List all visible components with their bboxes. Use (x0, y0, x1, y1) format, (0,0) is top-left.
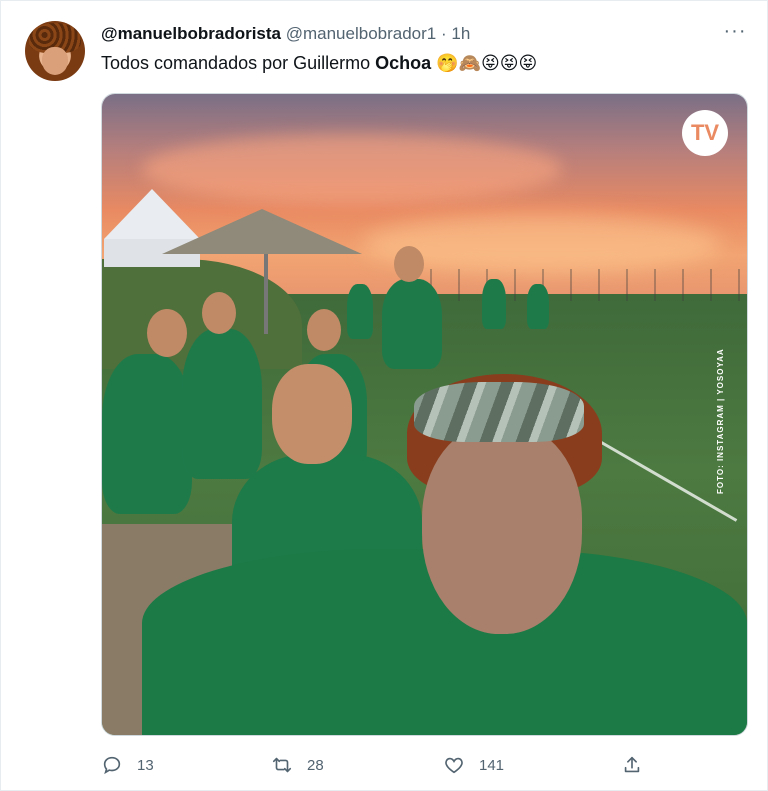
heart-icon (445, 757, 463, 774)
more-label: ··· (723, 20, 747, 42)
photo-fence (402, 269, 747, 301)
reply-count: 13 (137, 756, 154, 774)
photo-player-head (307, 309, 341, 351)
photo-umbrella-pole (264, 254, 268, 334)
photo-player (382, 279, 442, 369)
tv-logo: TV (682, 110, 728, 156)
tweet-actions: 13 28 141 (101, 751, 751, 779)
tweet-photo[interactable]: TV FOTO: INSTAGRAM | YOSOYAA (101, 93, 748, 736)
photo-foreground-face (422, 424, 582, 634)
like-count: 141 (479, 756, 505, 774)
tweet-header: @manuelbobradorista @manuelbobrador1 · 1… (101, 23, 470, 45)
timestamp[interactable]: 1h (451, 24, 470, 43)
photo-player-head (394, 246, 424, 282)
photo-cloud (142, 134, 562, 204)
photo-umbrella (162, 209, 362, 254)
photo-player-head (202, 292, 236, 334)
photo-player (347, 284, 373, 339)
avatar-face (42, 47, 68, 75)
tweet-text: Todos comandados por Guillermo Ochoa 🤭🙈😝… (101, 51, 537, 75)
tweet-text-main: Todos comandados por Guillermo (101, 53, 376, 73)
photo-player-head (147, 309, 187, 357)
photo-player (482, 279, 506, 329)
retweet-button[interactable]: 28 (271, 751, 324, 779)
like-button[interactable]: 141 (443, 751, 504, 779)
photo-player (102, 354, 192, 514)
tweet-emojis: 🤭🙈😝😝😝 (436, 53, 538, 74)
retweet-count: 28 (307, 756, 324, 774)
share-button[interactable] (621, 751, 657, 779)
photo-player (182, 329, 262, 479)
user-handle[interactable]: @manuelbobrador1 (286, 24, 437, 43)
retweet-icon (272, 757, 292, 773)
photo-player (527, 284, 549, 329)
separator-dot: · (441, 24, 447, 43)
photo-bandana (414, 382, 584, 442)
display-name[interactable]: @manuelbobradorista (101, 24, 281, 43)
reply-button[interactable]: 13 (101, 751, 154, 779)
tv-logo-text: TV (690, 120, 720, 145)
share-icon (624, 756, 640, 773)
reply-icon (103, 756, 121, 775)
tweet-card: @manuelbobradorista @manuelbobrador1 · 1… (0, 0, 768, 791)
more-icon[interactable]: ··· (723, 20, 747, 45)
photo-smiling-face (272, 364, 352, 464)
avatar[interactable] (25, 21, 85, 81)
photo-credit: FOTO: INSTAGRAM | YOSOYAA (716, 348, 725, 494)
tweet-text-bold: Ochoa (375, 53, 432, 73)
